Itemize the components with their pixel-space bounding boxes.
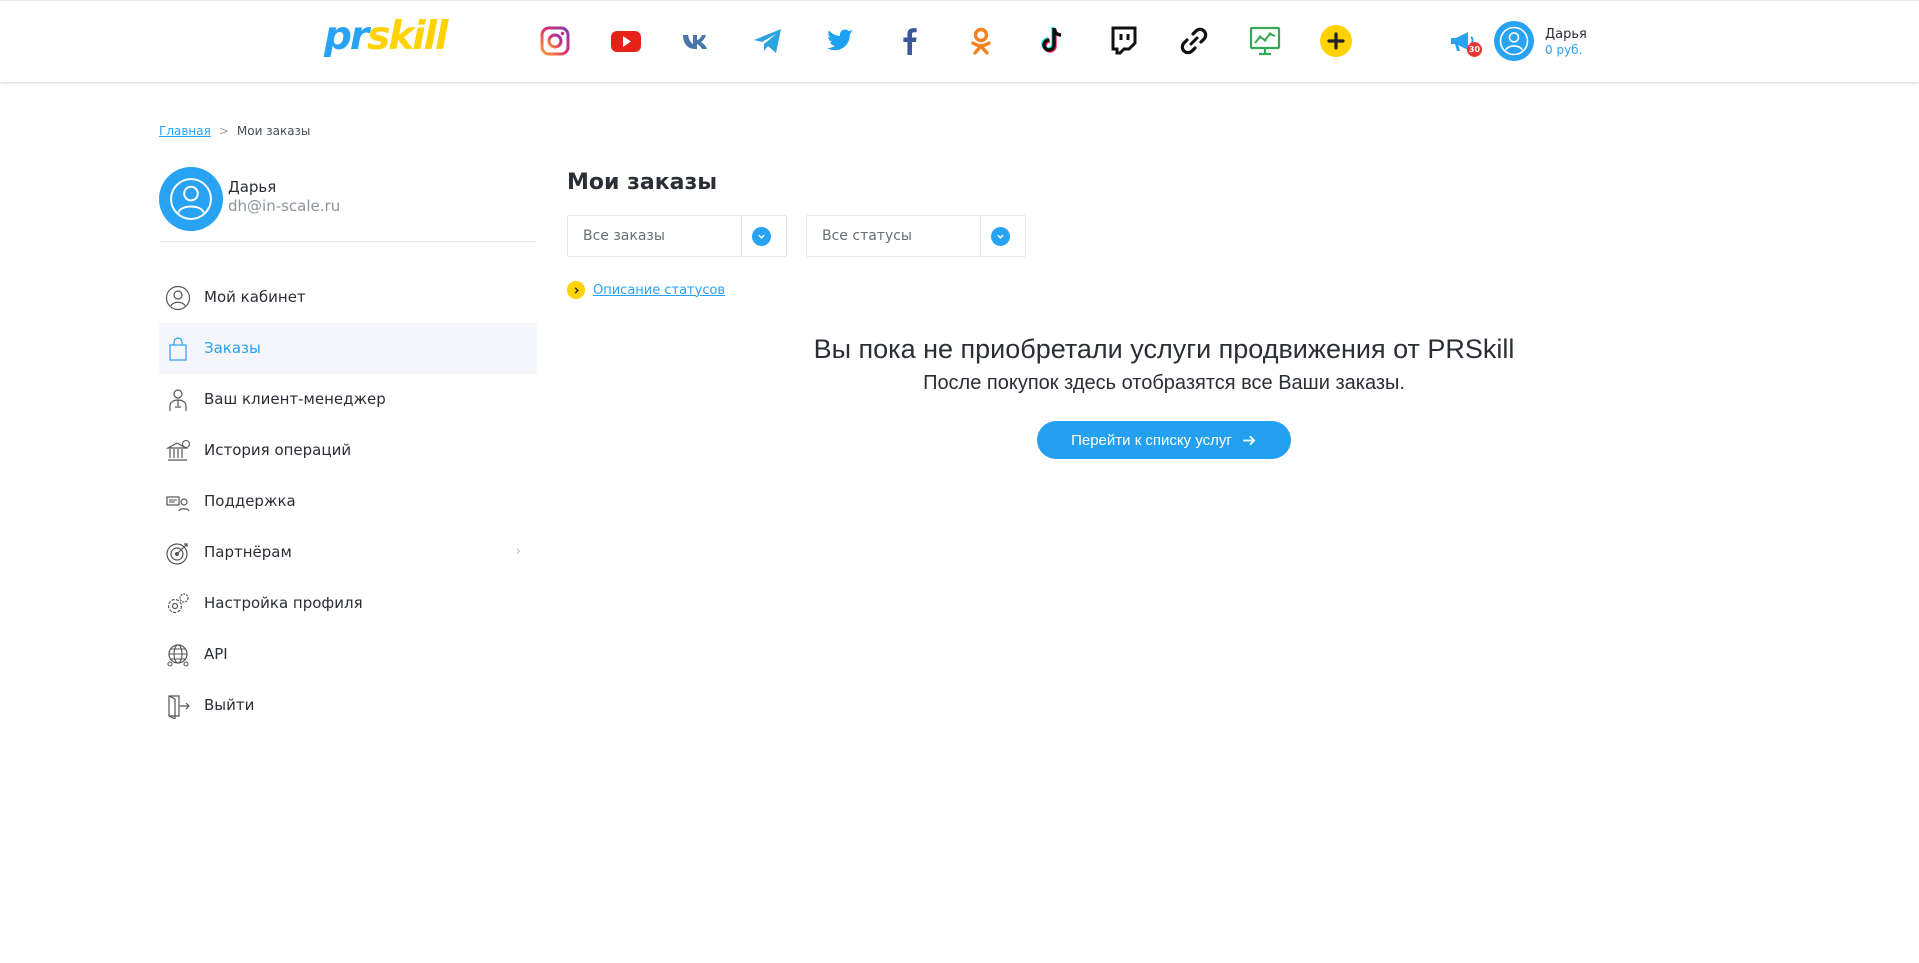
twitch-icon[interactable]: [1101, 19, 1145, 63]
go-to-services-button[interactable]: Перейти к списку услуг: [1037, 421, 1291, 459]
chevron-down-icon: [752, 227, 771, 246]
sidebar-item-client-manager[interactable]: Ваш клиент-менеджер: [159, 374, 537, 425]
profile-avatar: [159, 167, 223, 231]
sidebar-item-profile-settings[interactable]: Настройка профиля: [159, 578, 537, 629]
bank-icon: [165, 438, 191, 464]
top-header: prskill 30 Дарья 0 руб.: [0, 0, 1919, 82]
orders-filter-select[interactable]: Все заказы: [567, 215, 787, 257]
chevron-right-icon: ›: [515, 544, 521, 559]
sidebar-item-label: Партнёрам: [204, 543, 292, 561]
sidebar-item-label: Заказы: [204, 339, 261, 357]
select-divider: [741, 216, 742, 256]
sidebar-item-label: Настройка профиля: [204, 594, 363, 612]
prskill-logo[interactable]: prskill: [324, 13, 448, 61]
youtube-icon[interactable]: [604, 19, 648, 63]
notifications-badge: 30: [1467, 42, 1482, 57]
status-filter-value: Все статусы: [822, 228, 912, 244]
sidebar-item-orders[interactable]: Заказы: [159, 323, 537, 374]
sidebar-item-label: API: [204, 645, 228, 663]
link-icon[interactable]: [1172, 19, 1216, 63]
arrow-right-icon: [1242, 433, 1257, 448]
sidebar-item-label: Поддержка: [204, 492, 296, 510]
profile-user-icon: [170, 178, 212, 220]
status-description-link[interactable]: Описание статусов: [593, 283, 725, 298]
logout-icon: [165, 693, 191, 719]
profile-name: Дарья: [228, 178, 277, 196]
sidebar-item-api[interactable]: API: [159, 629, 537, 680]
sidebar-item-logout[interactable]: Выйти: [159, 680, 537, 731]
chevron-right-icon: [567, 281, 585, 299]
logo-pr-text: pr: [324, 14, 369, 59]
analytics-icon[interactable]: [1243, 19, 1287, 63]
sidebar-item-label: История операций: [204, 441, 352, 459]
sidebar-item-label: Мой кабинет: [204, 288, 306, 306]
empty-state-subtitle: После покупок здесь отобразятся все Ваши…: [923, 372, 1405, 394]
header-user-name[interactable]: Дарья: [1545, 27, 1587, 42]
profile-divider: [159, 241, 537, 242]
social-networks-nav: [533, 19, 1385, 63]
add-icon[interactable]: [1314, 19, 1358, 63]
breadcrumb-separator: >: [218, 124, 229, 138]
api-globe-icon: [165, 642, 191, 668]
chevron-down-icon: [991, 227, 1010, 246]
shopping-bag-icon: [165, 336, 191, 362]
twitter-icon[interactable]: [817, 19, 861, 63]
status-description-row: Описание статусов: [567, 281, 725, 299]
target-icon: [165, 540, 191, 566]
empty-state-title: Вы пока не приобретали услуги продвижени…: [813, 334, 1515, 364]
breadcrumb-home-link[interactable]: Главная: [159, 124, 211, 138]
user-avatar-icon: [1499, 26, 1529, 56]
header-user-balance[interactable]: 0 руб.: [1545, 43, 1582, 57]
settings-icon: [165, 591, 191, 617]
vk-icon[interactable]: [675, 19, 719, 63]
breadcrumb: Главная > Мои заказы: [159, 124, 310, 138]
support-icon: [165, 489, 191, 515]
sidebar-item-partners[interactable]: Партнёрам ›: [159, 527, 537, 578]
page-title: Мои заказы: [567, 170, 718, 195]
sidebar-item-operations-history[interactable]: История операций: [159, 425, 537, 476]
profile-email: dh@in-scale.ru: [228, 197, 341, 215]
notifications-button[interactable]: 30: [1448, 27, 1482, 57]
sidebar-menu: Мой кабинет Заказы Ваш клиент-менеджер И…: [159, 272, 537, 731]
sidebar-item-support[interactable]: Поддержка: [159, 476, 537, 527]
tiktok-icon[interactable]: [1030, 19, 1074, 63]
status-filter-select[interactable]: Все статусы: [806, 215, 1026, 257]
logo-skill-text: skill: [367, 14, 448, 59]
sidebar-item-label: Выйти: [204, 696, 255, 714]
instagram-icon[interactable]: [533, 19, 577, 63]
sidebar-item-label: Ваш клиент-менеджер: [204, 390, 386, 408]
go-to-services-label: Перейти к списку услуг: [1071, 431, 1232, 449]
sidebar-item-my-cabinet[interactable]: Мой кабинет: [159, 272, 537, 323]
user-icon: [165, 285, 191, 311]
breadcrumb-current: Мои заказы: [236, 124, 311, 138]
select-divider: [980, 216, 981, 256]
telegram-icon[interactable]: [746, 19, 790, 63]
orders-filter-value: Все заказы: [583, 228, 665, 244]
odnoklassniki-icon[interactable]: [959, 19, 1003, 63]
facebook-icon[interactable]: [888, 19, 932, 63]
header-user-avatar[interactable]: [1494, 21, 1534, 61]
manager-icon: [165, 387, 191, 413]
